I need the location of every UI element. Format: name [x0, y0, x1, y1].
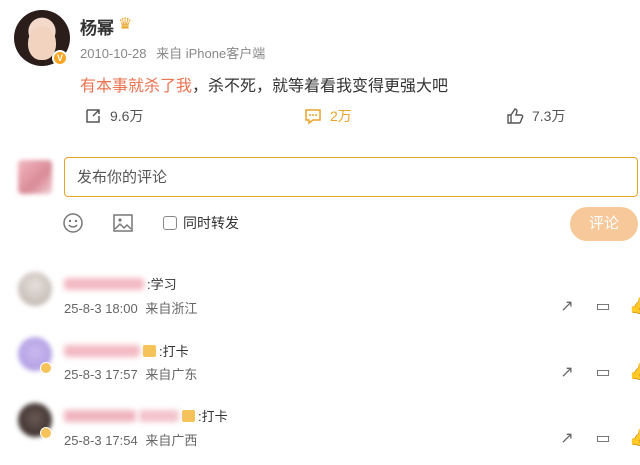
comment-text: :打卡 [159, 344, 189, 359]
repost-icon [86, 109, 100, 123]
comment-time: 25-8-3 17:57 [64, 367, 138, 382]
comment-item-2: :打卡 [64, 341, 189, 360]
comment-button[interactable]: 2万 [304, 106, 352, 126]
comment-icon[interactable]: ▭ [592, 428, 614, 448]
post-text-highlight[interactable]: 有本事就杀了我 [80, 78, 192, 95]
comment-icon[interactable]: ▭ [592, 362, 614, 382]
comment-actions: ↗ ▭ 👍 [556, 428, 640, 448]
comment-text: :打卡 [198, 409, 228, 424]
vip-badge-icon [40, 427, 52, 439]
thumb-up-icon[interactable]: 👍 [628, 296, 640, 316]
author-name[interactable]: 杨幂 [80, 14, 114, 39]
image-icon[interactable] [112, 212, 134, 240]
comment-meta: 25-8-3 17:54 来自广西 [64, 430, 201, 449]
smiley-icon[interactable] [62, 212, 84, 240]
current-user-avatar [18, 160, 52, 194]
commenter-name-blurred[interactable] [64, 409, 136, 422]
like-count: 7.3万 [532, 108, 566, 124]
repost-icon[interactable]: ↗ [556, 296, 578, 316]
member-badge-icon [182, 409, 195, 422]
comment-icon [305, 109, 321, 125]
comment-actions: ↗ ▭ 👍 [556, 362, 640, 382]
comment-location: 来自浙江 [145, 301, 198, 316]
repost-checkbox[interactable]: 同时转发 [163, 213, 239, 233]
comment-time: 25-8-3 17:54 [64, 433, 138, 448]
member-badge-icon [143, 344, 156, 357]
comment-meta: 25-8-3 18:00 来自浙江 [64, 298, 201, 317]
post-date[interactable]: 2010-10-28 [80, 46, 147, 61]
repost-icon[interactable]: ↗ [556, 362, 578, 382]
commenter-name-blurred-suffix [139, 409, 179, 422]
comment-meta: 25-8-3 17:57 来自广东 [64, 364, 201, 383]
commenter-name-blurred[interactable] [64, 277, 144, 290]
vip-badge-icon [40, 362, 52, 374]
crown-icon: ♛ [118, 16, 133, 33]
comment-icon[interactable]: ▭ [592, 296, 614, 316]
thumb-up-icon [507, 108, 524, 124]
repost-count: 9.6万 [110, 108, 144, 124]
repost-icon[interactable]: ↗ [556, 428, 578, 448]
commenter-avatar[interactable] [18, 272, 52, 306]
thumb-up-icon[interactable]: 👍 [628, 362, 640, 382]
post-source: 来自 iPhone客户端 [156, 46, 266, 61]
thumb-up-icon[interactable]: 👍 [628, 428, 640, 448]
verified-badge-icon: V [52, 50, 68, 66]
comment-location: 来自广西 [145, 433, 198, 448]
commenter-name-blurred[interactable] [64, 344, 140, 357]
like-button[interactable]: 7.3万 [506, 106, 565, 126]
comment-location: 来自广东 [145, 367, 198, 382]
post-text: 有本事就杀了我，杀不死，就等着看我变得更强大吧 [80, 72, 448, 96]
comment-item-3: :打卡 [64, 406, 228, 425]
comment-input[interactable] [64, 157, 638, 197]
checkbox-box[interactable] [163, 216, 177, 230]
repost-checkbox-label: 同时转发 [183, 215, 239, 231]
submit-comment-button[interactable]: 评论 [570, 207, 638, 241]
post-text-rest: ，杀不死，就等着看我变得更强大吧 [192, 78, 449, 95]
repost-button[interactable]: 9.6万 [84, 106, 143, 126]
post-meta: 2010-10-28 来自 iPhone客户端 [80, 43, 271, 62]
comment-text: :学习 [147, 277, 177, 292]
comment-actions: ↗ ▭ 👍 [556, 296, 640, 316]
comment-item-1: :学习 [64, 274, 177, 293]
comment-time: 25-8-3 18:00 [64, 301, 138, 316]
comment-count: 2万 [330, 108, 352, 124]
